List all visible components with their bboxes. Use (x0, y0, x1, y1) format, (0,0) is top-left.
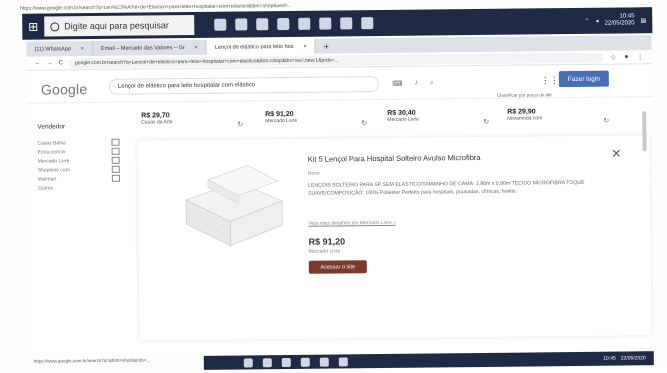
mic-icon[interactable]: ♪ (414, 80, 418, 88)
sign-in-button[interactable]: Fazer login (558, 70, 609, 88)
page: https://www.google.com.br/search?q=Len%C… (0, 0, 667, 373)
external-link-icon[interactable]: ↻ (603, 117, 609, 125)
system-tray: ⌃ ◂ 10:45 22/05/2020 ▤ (584, 13, 652, 28)
store-icon[interactable] (277, 17, 290, 31)
mail-icon[interactable] (319, 357, 329, 367)
clock-time: 10:45 (603, 355, 616, 362)
product-description: LENÇÓIS SOLTEIRO PARA SP SEM ELÁSTICO/TA… (307, 179, 585, 197)
product-condition: Novo (307, 170, 320, 177)
network-icon[interactable]: ⌃ (584, 17, 589, 24)
sort-hint: Classificar por preço de até (496, 92, 552, 98)
tab-close-icon[interactable]: × (81, 46, 84, 52)
cortana-icon (50, 21, 60, 31)
tab-email[interactable]: Email – Mercado das Valores – Gr × (92, 39, 207, 57)
vendor-option[interactable]: Outros (38, 182, 148, 192)
product-title[interactable]: Kit 5 Lençol Para Hospital Solteiro Avul… (308, 153, 481, 164)
search-icon[interactable]: ⌕ (430, 79, 434, 87)
edge-icon[interactable] (235, 18, 248, 31)
word-icon[interactable] (361, 17, 374, 30)
mail-icon[interactable] (319, 17, 332, 30)
file-explorer-icon[interactable] (256, 18, 269, 31)
vendor-name: Walmart (37, 175, 57, 183)
product-price: R$ 91,20 (308, 236, 346, 247)
external-link-icon[interactable]: ↻ (483, 118, 489, 126)
tab-close-icon[interactable]: × (195, 44, 198, 50)
browser-toolbar-icons: ☆ ● ⋮ (610, 53, 652, 61)
tab-label: (11) WhatsApp (34, 45, 71, 53)
windows-taskbar-top: ⊞ Digite aqui para pesquisar ⌃ ◂ 10:45 2… (22, 7, 653, 40)
vendor-filter-title: Vendedor (37, 123, 66, 131)
external-link-icon[interactable]: ↻ (361, 119, 367, 127)
close-icon[interactable]: × (612, 146, 622, 164)
calculator-icon[interactable] (340, 17, 353, 30)
new-tab-button[interactable]: + (316, 41, 337, 51)
vendor-name: Shoptime.com (37, 166, 70, 174)
more-details-link[interactable]: Veja mais detalhes em Mercado Livre » (308, 220, 396, 227)
file-explorer-icon[interactable] (281, 357, 291, 367)
scrollbar-thumb[interactable] (642, 111, 647, 152)
reload-icon[interactable]: C (59, 60, 63, 66)
vendor-name: Extra.com.br (37, 148, 66, 156)
volume-icon[interactable]: ◂ (595, 17, 599, 24)
google-logo[interactable]: Google (41, 81, 88, 97)
shopping-results: R$ 29,70 Casas da Arte ↻ R$ 91,20 Mercad… (27, 97, 655, 359)
vendor-name: Outros (37, 184, 54, 192)
clock-date: 22/05/2020 (620, 355, 646, 362)
back-icon[interactable]: ← (35, 60, 41, 66)
word-icon[interactable] (338, 356, 348, 366)
vendor-checkbox[interactable] (111, 138, 120, 146)
keyboard-icon[interactable]: ⌨ (392, 80, 402, 88)
vendor-checkbox[interactable] (111, 156, 120, 164)
taskbar-clock[interactable]: 10:45 22/05/2020 (604, 13, 635, 27)
offer-card[interactable]: R$ 30,40 Mercado Livre ↻ (387, 110, 489, 126)
taskbar-search-placeholder: Digite aqui para pesquisar (64, 20, 169, 32)
search-query: Lençol de elástico para leito hospitalar… (117, 82, 256, 90)
search-actions: ⌨ ♪ ⌕ (392, 79, 434, 87)
product-detail-panel: × Kit 5 Lençol Para Hospital Solteiro Av… (137, 135, 652, 341)
profile-icon[interactable]: ● (624, 53, 628, 61)
visit-site-button[interactable]: Acessar o site (308, 260, 367, 274)
offer-card[interactable]: R$ 91,20 Mercado Livre ↻ (265, 111, 367, 127)
task-view-icon[interactable] (243, 357, 253, 367)
forward-icon[interactable]: → (47, 60, 53, 66)
taskbar-search-field[interactable]: Digite aqui para pesquisar (44, 14, 195, 37)
search-input[interactable]: Lençol de elástico para leito hospitalar… (108, 76, 434, 95)
menu-icon[interactable]: ⋮ (637, 53, 644, 61)
status-bar-url: https://www.google.com.br/search?q=&tbm=… (33, 357, 150, 364)
offer-card[interactable]: R$ 29,90 Novamoda.com ↻ (507, 108, 609, 124)
tab-whatsapp[interactable]: (11) WhatsApp × (26, 41, 94, 57)
star-icon[interactable]: ☆ (610, 53, 616, 61)
offer-store: Mercado Livre (387, 116, 419, 123)
product-store: Mercado Livre (308, 248, 341, 255)
task-view-icon[interactable] (214, 18, 227, 31)
chrome-icon[interactable] (300, 357, 310, 367)
clock-date: 22/05/2020 (604, 20, 635, 27)
tab-google-shopping[interactable]: Lençol de elástico para leito hos × (206, 38, 316, 55)
vendor-name: Mercado Livre (37, 157, 70, 165)
offer-store: Mercado Livre (265, 117, 298, 125)
external-link-icon[interactable]: ↻ (237, 120, 243, 128)
edge-icon[interactable] (262, 357, 272, 367)
taskbar-pinned-apps (214, 17, 374, 31)
vendor-checkbox[interactable] (111, 147, 120, 155)
vendor-checkbox[interactable] (111, 174, 120, 182)
product-image[interactable] (178, 159, 289, 250)
tab-label: Lençol de elástico para leito hos (214, 43, 294, 51)
notifications-icon[interactable]: ▤ (641, 17, 647, 24)
offer-store: Novamoda.com (507, 115, 543, 122)
windows-start-icon[interactable]: ⊞ (22, 14, 44, 40)
vendor-checkbox[interactable] (111, 165, 120, 173)
chrome-icon[interactable] (298, 17, 311, 30)
url-input[interactable]: google.com.br/search?q=Lencol+de+elastic… (68, 52, 605, 68)
tab-label: Email – Mercado das Valores – Gr (100, 44, 185, 52)
system-tray: 10:45 22/05/2020 (603, 355, 654, 362)
vendor-filter: Vendedor Casas Bahia Extra.com.br Mercad… (37, 122, 148, 192)
vendor-name: Casas Bahia (37, 139, 66, 147)
tab-close-icon[interactable]: × (303, 43, 306, 49)
